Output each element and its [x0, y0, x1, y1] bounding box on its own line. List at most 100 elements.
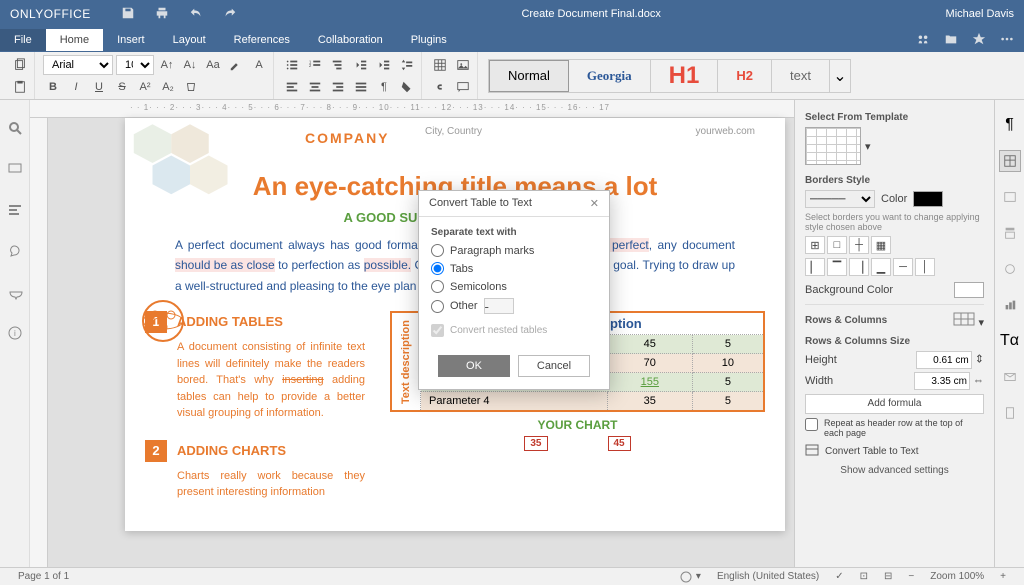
- border-color-swatch[interactable]: [913, 191, 943, 207]
- rtab-chart-icon[interactable]: [999, 294, 1021, 316]
- template-preview[interactable]: [805, 127, 861, 165]
- radio-tabs[interactable]: Tabs: [431, 262, 597, 275]
- radio-other[interactable]: Other: [431, 298, 597, 314]
- align-right-icon[interactable]: [328, 77, 348, 97]
- search-icon[interactable]: [7, 120, 23, 141]
- print-icon[interactable]: [155, 6, 169, 23]
- radio-paragraph-marks[interactable]: Paragraph marks: [431, 244, 597, 257]
- insert-image-icon[interactable]: [453, 55, 473, 75]
- rtab-table-icon[interactable]: [999, 150, 1021, 172]
- strike-button[interactable]: S: [112, 77, 132, 97]
- radio-semicolons[interactable]: Semicolons: [431, 280, 597, 293]
- horizontal-ruler[interactable]: [30, 100, 794, 118]
- tab-plugins[interactable]: Plugins: [397, 29, 461, 51]
- bg-color-swatch[interactable]: [954, 282, 984, 298]
- track-changes-icon[interactable]: ▾: [680, 571, 701, 583]
- tab-layout[interactable]: Layout: [159, 29, 220, 51]
- ok-button[interactable]: OK: [438, 355, 510, 377]
- fit-page-icon[interactable]: ⊡: [860, 571, 868, 582]
- other-separator-input[interactable]: [484, 298, 514, 314]
- add-formula-button[interactable]: Add formula: [805, 394, 984, 414]
- copy-icon[interactable]: [10, 55, 30, 75]
- advanced-settings-link[interactable]: Show advanced settings: [805, 465, 984, 476]
- height-input[interactable]: [916, 351, 972, 369]
- undo-icon[interactable]: [189, 6, 203, 23]
- bullets-icon[interactable]: [282, 55, 302, 75]
- rtab-paragraph-icon[interactable]: ¶: [999, 114, 1021, 136]
- border-vmid-icon[interactable]: │: [915, 258, 935, 276]
- line-spacing-icon[interactable]: [397, 55, 417, 75]
- align-left-icon[interactable]: [282, 77, 302, 97]
- feedback-icon[interactable]: [7, 284, 23, 305]
- style-dropdown-icon[interactable]: ⌄: [830, 60, 850, 92]
- language-indicator[interactable]: English (United States): [717, 571, 819, 582]
- font-size-select[interactable]: 10: [116, 55, 154, 75]
- clear-format-icon[interactable]: [181, 77, 201, 97]
- style-normal[interactable]: Normal: [489, 60, 569, 92]
- insert-comment-icon[interactable]: [453, 77, 473, 97]
- zoom-in-button[interactable]: +: [1000, 571, 1006, 582]
- border-top-icon[interactable]: ▔: [827, 258, 847, 276]
- folder-icon[interactable]: [944, 32, 958, 49]
- font-color-icon[interactable]: A: [249, 55, 269, 75]
- zoom-indicator[interactable]: Zoom 100%: [930, 571, 984, 582]
- user-name[interactable]: Michael Davis: [946, 8, 1014, 20]
- highlight-icon[interactable]: [226, 55, 246, 75]
- shading-icon[interactable]: [397, 77, 417, 97]
- border-all-icon[interactable]: ▦: [871, 236, 891, 254]
- multilevel-icon[interactable]: [328, 55, 348, 75]
- insert-link-icon[interactable]: [430, 77, 450, 97]
- zoom-out-button[interactable]: −: [908, 571, 914, 582]
- superscript-button[interactable]: A²: [135, 77, 155, 97]
- border-outer-icon[interactable]: ⊞: [805, 236, 825, 254]
- paste-icon[interactable]: [10, 77, 30, 97]
- numbering-icon[interactable]: 12: [305, 55, 325, 75]
- rtab-image-icon[interactable]: [999, 186, 1021, 208]
- share-icon[interactable]: [916, 32, 930, 49]
- font-select[interactable]: Arial: [43, 55, 113, 75]
- border-inner-icon[interactable]: ┼: [849, 236, 869, 254]
- spellcheck-icon[interactable]: ✓: [835, 571, 843, 582]
- more-icon[interactable]: [1000, 32, 1014, 49]
- border-right-icon[interactable]: ▕: [849, 258, 869, 276]
- tab-file[interactable]: File: [0, 29, 46, 51]
- nonprinting-icon[interactable]: ¶: [374, 77, 394, 97]
- star-icon[interactable]: [972, 32, 986, 49]
- tab-home[interactable]: Home: [46, 29, 103, 51]
- case-icon[interactable]: Aa: [203, 55, 223, 75]
- style-h1[interactable]: H1: [651, 60, 719, 92]
- tab-references[interactable]: References: [220, 29, 304, 51]
- save-icon[interactable]: [121, 6, 135, 23]
- dec-indent-icon[interactable]: [351, 55, 371, 75]
- rows-cols-dropdown[interactable]: ▾: [953, 312, 984, 329]
- inc-indent-icon[interactable]: [374, 55, 394, 75]
- headings-icon[interactable]: [7, 202, 23, 223]
- vertical-ruler[interactable]: [30, 118, 48, 567]
- underline-button[interactable]: U: [89, 77, 109, 97]
- border-none-icon[interactable]: □: [827, 236, 847, 254]
- rtab-header-icon[interactable]: [999, 222, 1021, 244]
- template-dropdown-icon[interactable]: ▾: [865, 140, 871, 153]
- justify-icon[interactable]: [351, 77, 371, 97]
- chat-icon[interactable]: [7, 243, 23, 264]
- redo-icon[interactable]: [223, 6, 237, 23]
- tab-collaboration[interactable]: Collaboration: [304, 29, 397, 51]
- rtab-signature-icon[interactable]: [999, 402, 1021, 424]
- border-bottom-icon[interactable]: ▁: [871, 258, 891, 276]
- convert-table-link[interactable]: Convert Table to Text: [825, 446, 919, 457]
- info-icon[interactable]: i: [7, 325, 23, 346]
- rtab-mailmerge-icon[interactable]: [999, 366, 1021, 388]
- fit-width-icon[interactable]: ⊟: [884, 571, 892, 582]
- style-georgia[interactable]: Georgia: [569, 60, 651, 92]
- document-area[interactable]: City, Country yourweb.com COMPANY An eye…: [30, 100, 794, 567]
- bold-button[interactable]: B: [43, 77, 63, 97]
- border-style-select[interactable]: ─────: [805, 190, 875, 208]
- align-center-icon[interactable]: [305, 77, 325, 97]
- dec-size-icon[interactable]: A↓: [180, 55, 200, 75]
- italic-button[interactable]: I: [66, 77, 86, 97]
- style-h2[interactable]: H2: [718, 60, 772, 92]
- rtab-textart-icon[interactable]: Tα: [999, 330, 1021, 352]
- width-input[interactable]: [914, 372, 970, 390]
- rtab-shape-icon[interactable]: [999, 258, 1021, 280]
- border-hmid-icon[interactable]: ─: [893, 258, 913, 276]
